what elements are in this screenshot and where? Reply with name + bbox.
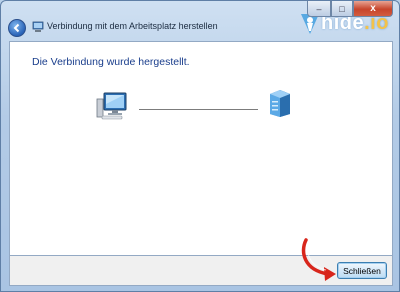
computer-icon [96,92,127,120]
close-button[interactable]: Schließen [337,262,387,279]
status-heading: Die Verbindung wurde hergestellt. [32,56,190,68]
close-window-button[interactable]: x [353,1,393,17]
window-controls: – □ x [307,1,393,17]
maximize-button[interactable]: □ [331,1,353,17]
title-bar: Verbindung mit dem Arbeitsplatz herstell… [1,1,399,41]
back-button[interactable] [8,19,26,37]
remote-desktop-icon [32,21,44,32]
connection-line [139,109,258,110]
content-panel: Die Verbindung wurde hergestellt. [9,41,393,256]
minimize-button[interactable]: – [307,1,331,17]
server-icon [270,90,290,117]
window-title: Verbindung mit dem Arbeitsplatz herstell… [47,21,218,31]
button-bar [9,256,393,286]
dialog-window: Verbindung mit dem Arbeitsplatz herstell… [0,0,400,292]
back-arrow-icon [13,23,20,33]
